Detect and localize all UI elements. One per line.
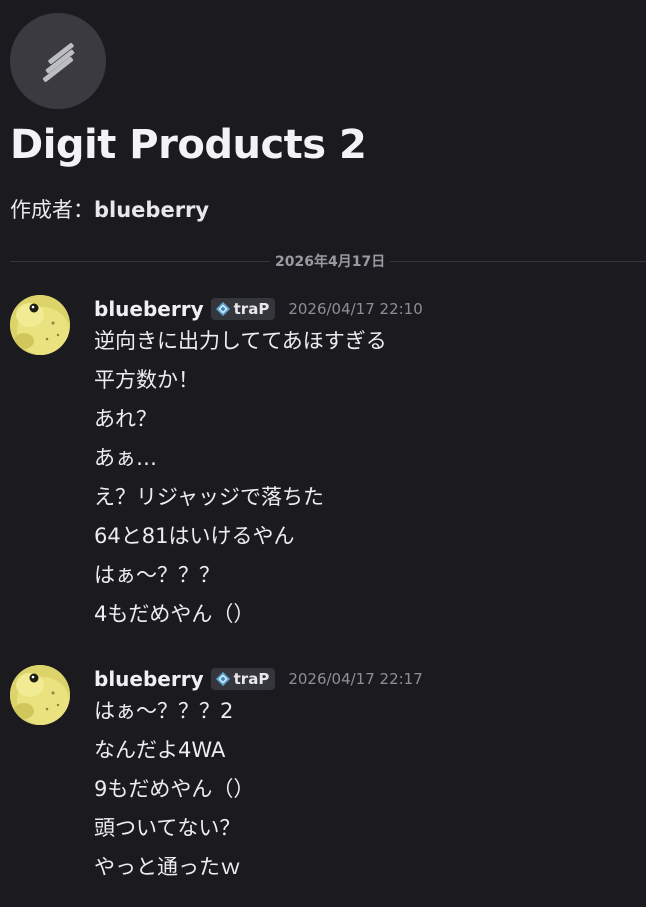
message-header: blueberry traP 2026/04/17 22:17 — [94, 665, 423, 693]
message-line: なんだよ4WA — [94, 738, 226, 762]
avatar-image — [10, 295, 70, 355]
stacked-bars-icon — [42, 42, 75, 82]
message-line: はぁ～？？？2 — [94, 699, 234, 723]
message-line: あぁ… — [94, 446, 157, 470]
message-line: 9もだめやん（） — [94, 777, 255, 801]
avatar[interactable] — [10, 665, 70, 725]
role-badge-label: traP — [233, 300, 270, 318]
thread-title: Digit Products 2 — [10, 122, 367, 168]
message-line: 逆向きに出力しててあほすぎる — [94, 329, 387, 353]
creator-name[interactable]: blueberry — [94, 198, 209, 222]
message-timestamp: 2026/04/17 22:17 — [288, 670, 423, 688]
creator-label: 作成者： — [10, 198, 94, 222]
thread-icon — [10, 13, 106, 109]
avatar-image — [10, 665, 70, 725]
message-line: 頭ついてない？ — [94, 816, 241, 840]
message-line: え？リジャッジで落ちた — [94, 485, 324, 509]
message-body: はぁ～？？？2 なんだよ4WA 9もだめやん（） 頭ついてない？ やっと通ったｗ — [94, 692, 254, 887]
author-name[interactable]: blueberry — [94, 297, 204, 321]
avatar[interactable] — [10, 295, 70, 355]
diamond-icon — [215, 301, 231, 317]
diamond-icon — [215, 671, 231, 687]
message-line: やっと通ったｗ — [94, 855, 241, 879]
thread-creator: 作成者：blueberry — [10, 194, 209, 224]
author-name[interactable]: blueberry — [94, 667, 204, 691]
role-badge: traP — [210, 298, 276, 320]
message-line: 平方数か！ — [94, 368, 199, 392]
message-line: 4もだめやん（） — [94, 602, 255, 626]
message-header: blueberry traP 2026/04/17 22:10 — [94, 295, 423, 323]
message-timestamp: 2026/04/17 22:10 — [288, 300, 423, 318]
message-line: はぁ～？？？ — [94, 563, 220, 587]
message-line: 64と81はいけるやん — [94, 524, 295, 548]
thread-view: Digit Products 2 作成者：blueberry 2026年4月17… — [0, 0, 646, 907]
message-line: あれ？ — [94, 407, 157, 431]
role-badge-label: traP — [233, 670, 270, 688]
role-badge: traP — [210, 668, 276, 690]
date-separator-label: 2026年4月17日 — [270, 251, 391, 271]
message-body: 逆向きに出力しててあほすぎる 平方数か！ あれ？ あぁ… え？リジャッジで落ちた… — [94, 322, 387, 634]
